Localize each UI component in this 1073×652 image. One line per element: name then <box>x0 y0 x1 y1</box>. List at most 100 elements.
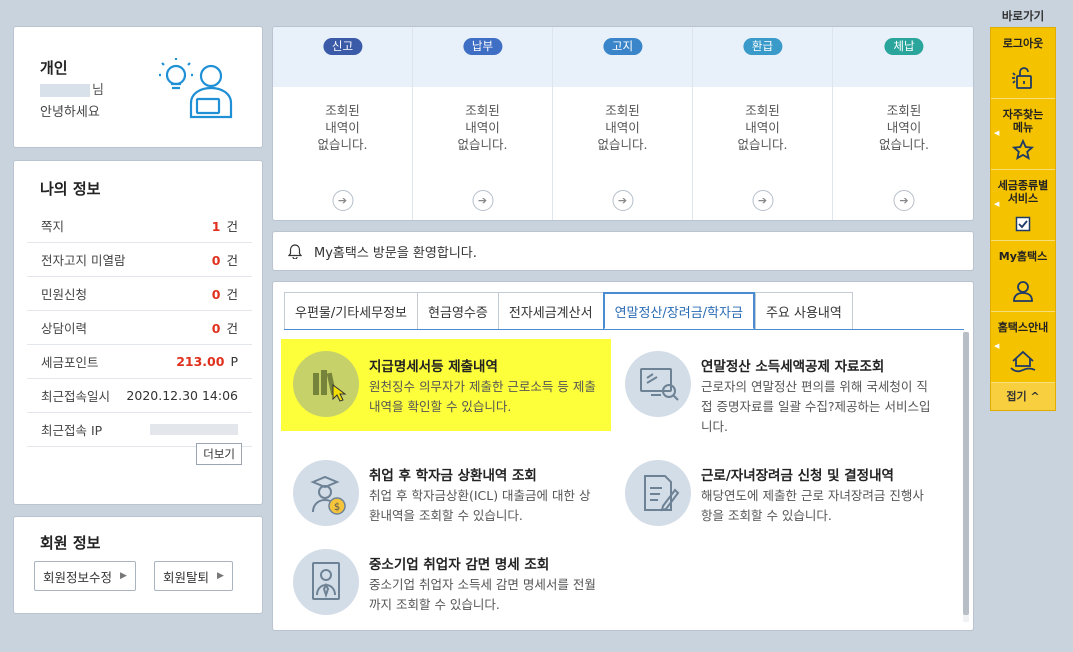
info-label: 쪽지 <box>41 219 65 234</box>
tab-usage-history[interactable]: 주요 사용내역 <box>754 292 853 330</box>
status-badge-refund: 환급 <box>742 38 783 55</box>
arrow-right-icon[interactable]: ➔ <box>612 190 633 211</box>
info-count: 1 <box>211 219 221 234</box>
info-label: 세금포인트 <box>41 355 99 370</box>
service-content-panel: 우편물/기타세무정보 현금영수증 전자세금계산서 연말정산/장려금/학자금 주요… <box>272 281 974 631</box>
arrow-right-icon[interactable]: ➔ <box>752 190 773 211</box>
name-suffix: 님 <box>92 83 104 98</box>
quick-logout[interactable]: 로그아웃 <box>991 28 1055 99</box>
status-message: 조회된 내역이 없습니다. <box>317 103 368 152</box>
last-login-value: 2020.12.30 14:06 <box>126 388 238 403</box>
service-item-sme-reduction[interactable]: 중소기업 취업자 감면 명세 조회 중소기업 취업자 소득세 감면 명세서를 전… <box>281 537 611 629</box>
info-unit: 건 <box>226 287 238 302</box>
service-item-title: 연말정산 소득세액공제 자료조회 <box>701 359 885 375</box>
info-row-notes[interactable]: 쪽지 1건 <box>27 209 252 243</box>
books-icon <box>293 351 359 417</box>
info-label: 최근접속일시 <box>41 389 111 404</box>
status-badge-arrears: 체납 <box>884 38 924 55</box>
chevron-right-icon: ▶ <box>217 571 224 581</box>
status-col-arrears: 체납 조회된 내역이 없습니다. ➔ <box>833 27 973 220</box>
service-item-desc: 원천징수 의무자가 제출한 근로소득 등 제출내역을 확인할 수 있습니다. <box>369 379 596 414</box>
welcome-text: My홈택스 방문을 환영합니다. <box>314 245 477 261</box>
chevron-right-icon: ▶ <box>120 571 127 581</box>
service-item-title: 근로/자녀장려금 신청 및 결정내역 <box>701 468 894 484</box>
service-item-deduction-lookup[interactable]: 연말정산 소득세액공제 자료조회 근로자의 연말정산 편의를 위해 국세청이 직… <box>613 339 943 434</box>
tab-underline <box>284 329 964 330</box>
info-count: 0 <box>211 287 221 302</box>
tax-point-value: 213.00 <box>176 354 225 369</box>
status-col-refund: 환급 조회된 내역이 없습니다. ➔ <box>693 27 833 220</box>
fold-button[interactable]: 접기 ^ <box>991 383 1055 410</box>
quick-menu-title: 바로가기 <box>1001 9 1045 23</box>
info-row-e-notice[interactable]: 전자고지 미열람 0건 <box>27 243 252 277</box>
my-info-title: 나의 정보 <box>40 180 101 198</box>
status-badge-payment: 납부 <box>462 38 503 55</box>
info-label: 상담이력 <box>41 321 88 336</box>
status-message: 조회된 내역이 없습니다. <box>597 103 648 152</box>
info-unit: 건 <box>226 219 238 234</box>
svg-text:$: $ <box>334 502 340 513</box>
tab-e-tax-invoice[interactable]: 전자세금계산서 <box>497 292 603 330</box>
info-unit: 건 <box>226 253 238 268</box>
member-info-card: 회원 정보 회원정보수정 ▶ 회원탈퇴 ▶ <box>13 516 263 614</box>
quick-item-label: 로그아웃 <box>1002 37 1044 50</box>
service-item-desc: 중소기업 취업자 소득세 감면 명세서를 전월까지 조회할 수 있습니다. <box>369 577 596 612</box>
service-item-payment-statement[interactable]: 지급명세서등 제출내역 원천징수 의무자가 제출한 근로소득 등 제출내역을 확… <box>281 339 611 431</box>
arrow-right-icon[interactable]: ➔ <box>472 190 493 211</box>
quick-my-hometax[interactable]: My홈택스 <box>991 241 1055 312</box>
info-row-tax-points[interactable]: 세금포인트 213.00 P <box>27 345 252 379</box>
quick-item-label: 자주찾는 메뉴 <box>1002 108 1044 134</box>
caret-left-icon: ◀ <box>994 200 1000 208</box>
status-badge-report: 신고 <box>322 38 363 55</box>
tab-year-end-settlement[interactable]: 연말정산/장려금/학자금 <box>602 292 755 330</box>
info-label: 민원신청 <box>41 287 88 302</box>
quick-hometax-guide[interactable]: ◀ 홈택스안내 <box>991 312 1055 383</box>
info-label: 전자고지 미열람 <box>41 253 126 268</box>
info-count: 0 <box>211 253 221 268</box>
star-icon <box>1012 139 1034 161</box>
service-item-title: 취업 후 학자금 상환내역 조회 <box>369 468 537 484</box>
info-count: 0 <box>211 321 221 336</box>
info-row-last-ip: 최근접속 IP <box>27 413 252 447</box>
member-info-title: 회원 정보 <box>40 534 101 552</box>
info-label: 최근접속 IP <box>41 423 103 438</box>
status-message: 조회된 내역이 없습니다. <box>879 103 929 152</box>
redacted-name <box>40 84 90 97</box>
user-name: 님 <box>40 79 104 98</box>
status-badge-notice: 고지 <box>602 38 643 55</box>
checkbox-icon <box>1015 216 1031 232</box>
info-row-consultation[interactable]: 상담이력 0건 <box>27 311 252 345</box>
tab-cash-receipt[interactable]: 현금영수증 <box>417 292 498 330</box>
bell-icon <box>288 243 302 259</box>
info-row-civil-petition[interactable]: 민원신청 0건 <box>27 277 252 311</box>
arrow-right-icon[interactable]: ➔ <box>332 190 353 211</box>
arrow-right-icon[interactable]: ➔ <box>893 190 915 211</box>
service-item-incentive[interactable]: 근로/자녀장려금 신청 및 결정내역 해당연도에 제출한 근로 자녀장려금 진행… <box>613 448 943 540</box>
profile-card: 개인 님 안녕하세요 <box>13 26 263 148</box>
quick-menu: 바로가기 로그아웃 ◀ 자주찾는 메뉴 ◀ 세금종류별 서비스 My홈택스 ◀ … <box>990 5 1056 411</box>
user-type-label: 개인 <box>40 59 68 77</box>
edit-member-label: 회원정보수정 <box>43 569 113 585</box>
quick-favorites[interactable]: ◀ 자주찾는 메뉴 <box>991 99 1055 170</box>
user-idea-icon <box>159 58 233 119</box>
content-scrollbar[interactable] <box>963 332 969 622</box>
service-item-desc: 해당연도에 제출한 근로 자녀장려금 진행사항을 조회할 수 있습니다. <box>701 488 924 523</box>
scrollbar-thumb[interactable] <box>963 332 969 615</box>
quick-tax-services[interactable]: ◀ 세금종류별 서비스 <box>991 170 1055 241</box>
tax-status-panel: 신고 조회된 내역이 없습니다. ➔ 납부 조회된 내역이 없습니다. ➔ 고지… <box>272 26 974 221</box>
info-unit: P <box>230 354 238 369</box>
welcome-bar: My홈택스 방문을 환영합니다. <box>272 231 974 271</box>
withdraw-button[interactable]: 회원탈퇴 ▶ <box>154 561 233 591</box>
caret-left-icon: ◀ <box>994 129 1000 137</box>
my-info-card: 나의 정보 쪽지 1건 전자고지 미열람 0건 민원신청 0건 상담이력 0건 … <box>13 160 263 505</box>
more-button[interactable]: 더보기 <box>196 443 242 465</box>
tab-mail-tax-info[interactable]: 우편물/기타세무정보 <box>284 292 418 330</box>
unlock-icon <box>1012 67 1032 89</box>
status-col-report: 신고 조회된 내역이 없습니다. ➔ <box>273 27 413 220</box>
info-row-last-login: 최근접속일시 2020.12.30 14:06 <box>27 379 252 413</box>
service-item-student-loan[interactable]: $ 취업 후 학자금 상환내역 조회 취업 후 학자금상환(ICL) 대출금에 … <box>281 448 611 540</box>
service-tabs: 우편물/기타세무정보 현금영수증 전자세금계산서 연말정산/장려금/학자금 주요… <box>284 292 853 330</box>
info-unit: 건 <box>226 321 238 336</box>
service-item-desc: 근로자의 연말정산 편의를 위해 국세청이 직접 증명자료를 일괄 수집?제공하… <box>701 379 931 434</box>
edit-member-button[interactable]: 회원정보수정 ▶ <box>34 561 136 591</box>
